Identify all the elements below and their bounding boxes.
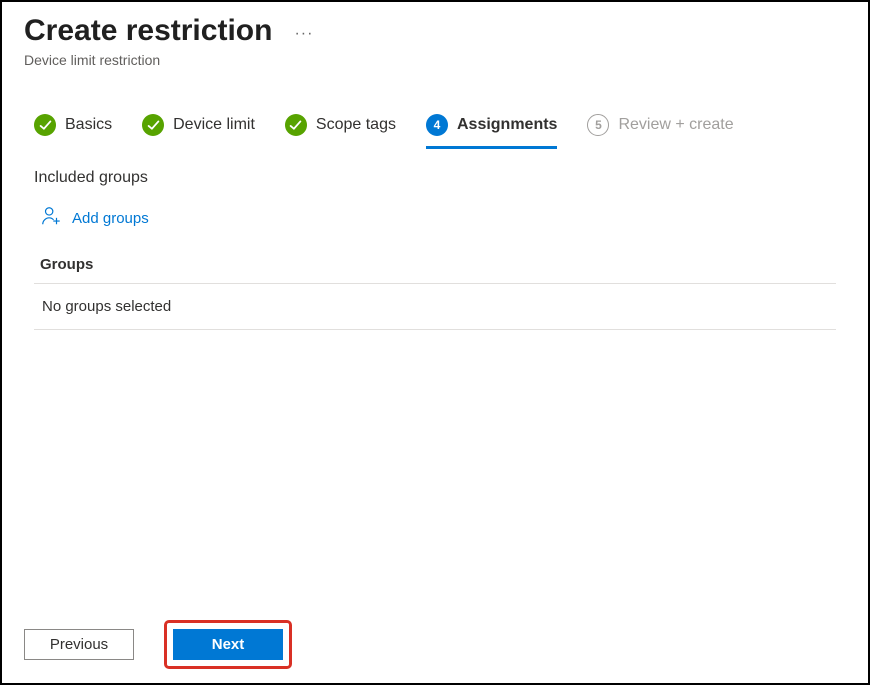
page-header: Create restriction ··· Device limit rest… xyxy=(2,2,868,74)
page-title: Create restriction xyxy=(24,14,272,48)
checkmark-icon xyxy=(285,114,307,136)
header-title-row: Create restriction ··· xyxy=(24,14,846,48)
tab-label: Review + create xyxy=(618,116,733,134)
tab-scope-tags[interactable]: Scope tags xyxy=(285,114,396,149)
add-groups-button[interactable]: Add groups xyxy=(34,205,836,250)
checkmark-icon xyxy=(34,114,56,136)
checkmark-icon xyxy=(142,114,164,136)
person-add-icon xyxy=(40,205,62,232)
groups-empty-message: No groups selected xyxy=(42,298,171,315)
wizard-tabs: Basics Device limit Scope tags 4 Assignm… xyxy=(2,74,868,149)
add-groups-label: Add groups xyxy=(72,210,149,227)
tab-label: Basics xyxy=(65,116,112,134)
step-number-icon: 5 xyxy=(587,114,609,136)
tab-label: Assignments xyxy=(457,116,557,134)
groups-column-header: Groups xyxy=(34,250,836,283)
next-button-highlight: Next xyxy=(164,620,292,669)
page-subtitle: Device limit restriction xyxy=(24,52,846,68)
tab-basics[interactable]: Basics xyxy=(34,114,112,149)
content-area: Included groups Add groups Groups No gro… xyxy=(2,149,868,330)
tab-assignments[interactable]: 4 Assignments xyxy=(426,114,557,149)
next-button[interactable]: Next xyxy=(173,629,283,660)
groups-empty-row: No groups selected xyxy=(34,283,836,330)
more-icon[interactable]: ··· xyxy=(294,19,313,43)
included-groups-heading: Included groups xyxy=(34,169,836,187)
wizard-footer: Previous Next xyxy=(2,606,868,683)
step-number-icon: 4 xyxy=(426,114,448,136)
tab-review-create[interactable]: 5 Review + create xyxy=(587,114,733,149)
previous-button[interactable]: Previous xyxy=(24,629,134,660)
tab-device-limit[interactable]: Device limit xyxy=(142,114,255,149)
tab-label: Device limit xyxy=(173,116,255,134)
tab-label: Scope tags xyxy=(316,116,396,134)
